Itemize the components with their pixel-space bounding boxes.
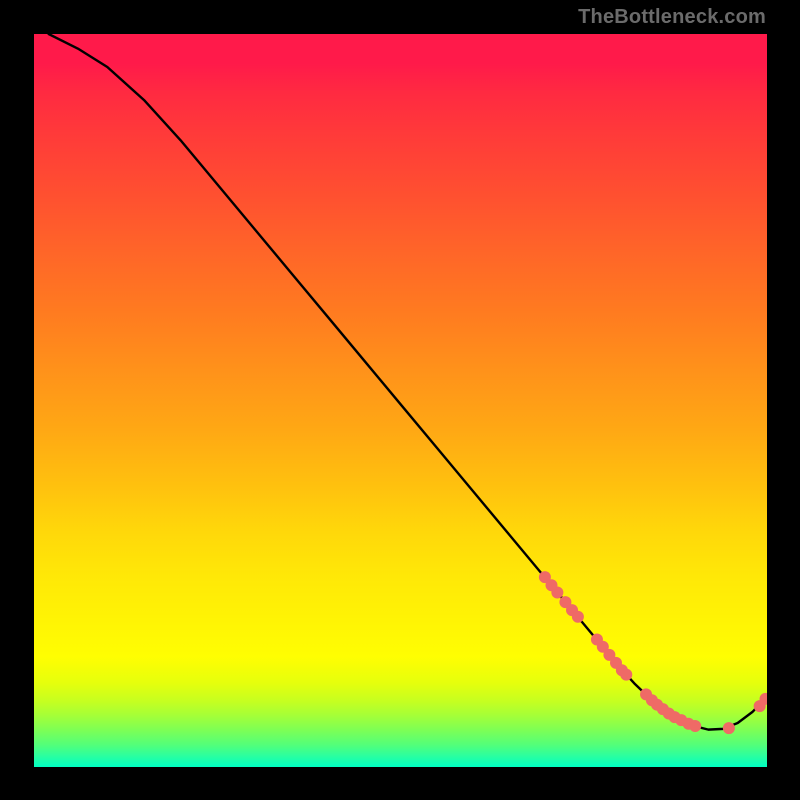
chart-svg bbox=[34, 34, 767, 767]
chart-root: TheBottleneck.com bbox=[0, 0, 800, 800]
marker-dot bbox=[572, 611, 584, 623]
curve-path bbox=[49, 34, 767, 730]
marker-dot bbox=[723, 722, 735, 734]
marker-dot bbox=[620, 669, 632, 681]
marker-series bbox=[539, 571, 767, 734]
attribution-label: TheBottleneck.com bbox=[578, 6, 766, 29]
plot-area bbox=[34, 34, 767, 767]
marker-dot bbox=[551, 587, 563, 599]
marker-dot bbox=[689, 720, 701, 732]
curve-series bbox=[49, 34, 767, 730]
